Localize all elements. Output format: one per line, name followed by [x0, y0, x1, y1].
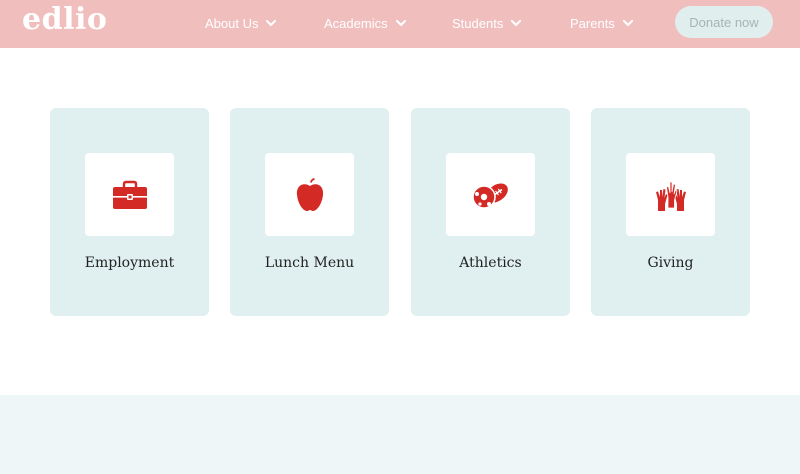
card-giving[interactable]: Giving [591, 108, 750, 316]
nav-parents[interactable]: Parents [570, 14, 633, 32]
card-icon-box [626, 153, 715, 236]
nav-academics[interactable]: Academics [324, 14, 406, 32]
nav-about-us[interactable]: About Us [205, 14, 277, 32]
card-athletics[interactable]: Athletics [411, 108, 570, 316]
nav-students[interactable]: Students [452, 14, 522, 32]
footer-band [0, 395, 800, 474]
card-employment-label: Employment [84, 255, 175, 271]
top-navigation-bar: edlio About Us Academics Students Parent… [0, 0, 800, 48]
card-lunch-menu[interactable]: Lunch Menu [230, 108, 389, 316]
donate-now-button[interactable]: Donate now [675, 6, 773, 38]
card-giving-label: Giving [647, 255, 694, 271]
briefcase-icon [112, 180, 147, 209]
site-logo[interactable]: edlio [22, 2, 107, 37]
card-icon-box [265, 153, 354, 236]
nav-academics-label: Academics [324, 15, 388, 31]
card-employment[interactable]: Employment [50, 108, 209, 316]
card-icon-box [85, 153, 174, 236]
chevron-down-icon [395, 19, 406, 26]
nav-students-label: Students [452, 15, 504, 31]
card-lunch-menu-label: Lunch Menu [264, 255, 355, 271]
card-icon-box [446, 153, 535, 236]
card-athletics-label: Athletics [459, 255, 522, 271]
chevron-down-icon [511, 19, 522, 26]
nav-parents-label: Parents [570, 15, 615, 31]
sports-balls-icon [471, 182, 508, 209]
raised-hands-icon [655, 181, 686, 211]
apple-icon [296, 177, 323, 211]
chevron-down-icon [266, 19, 277, 26]
chevron-down-icon [622, 19, 633, 26]
nav-about-us-label: About Us [205, 15, 259, 31]
